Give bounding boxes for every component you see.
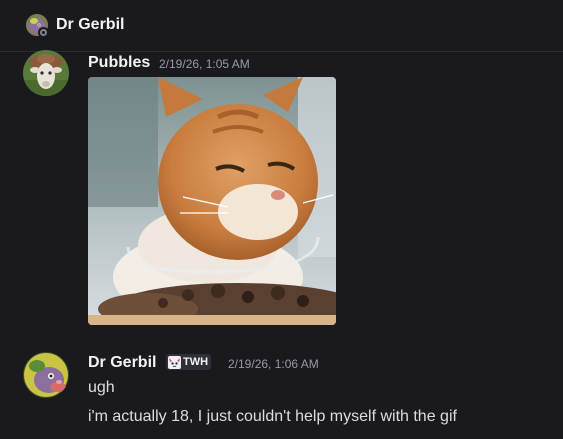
- cat-face-icon: [168, 355, 181, 369]
- pubbles-avatar[interactable]: [23, 50, 69, 96]
- goat-avatar-icon: [23, 50, 69, 96]
- drgerbil-avatar[interactable]: [23, 352, 69, 398]
- dm-window: Dr Gerbil Pubbles 2/19/26, 1:05 AM Dr Ge…: [0, 0, 563, 439]
- dm-header: Dr Gerbil: [0, 0, 563, 52]
- status-indicator: [38, 27, 49, 38]
- message-text: ugh: [88, 379, 115, 396]
- gerbil-avatar-icon: [23, 352, 69, 398]
- message-timestamp: 2/19/26, 1:06 AM: [228, 357, 319, 371]
- message-timestamp: 2/19/26, 1:05 AM: [159, 57, 250, 71]
- message-username[interactable]: Dr Gerbil: [88, 353, 156, 373]
- server-tag[interactable]: TWH: [166, 354, 212, 370]
- server-tag-label: TWH: [183, 356, 209, 368]
- message-text: i'm actually 18, I just couldn't help my…: [88, 408, 457, 425]
- header-title[interactable]: Dr Gerbil: [56, 15, 124, 35]
- message-username[interactable]: Pubbles: [88, 53, 150, 73]
- gif-attachment[interactable]: [88, 77, 336, 325]
- cat-gif-image: [88, 77, 336, 325]
